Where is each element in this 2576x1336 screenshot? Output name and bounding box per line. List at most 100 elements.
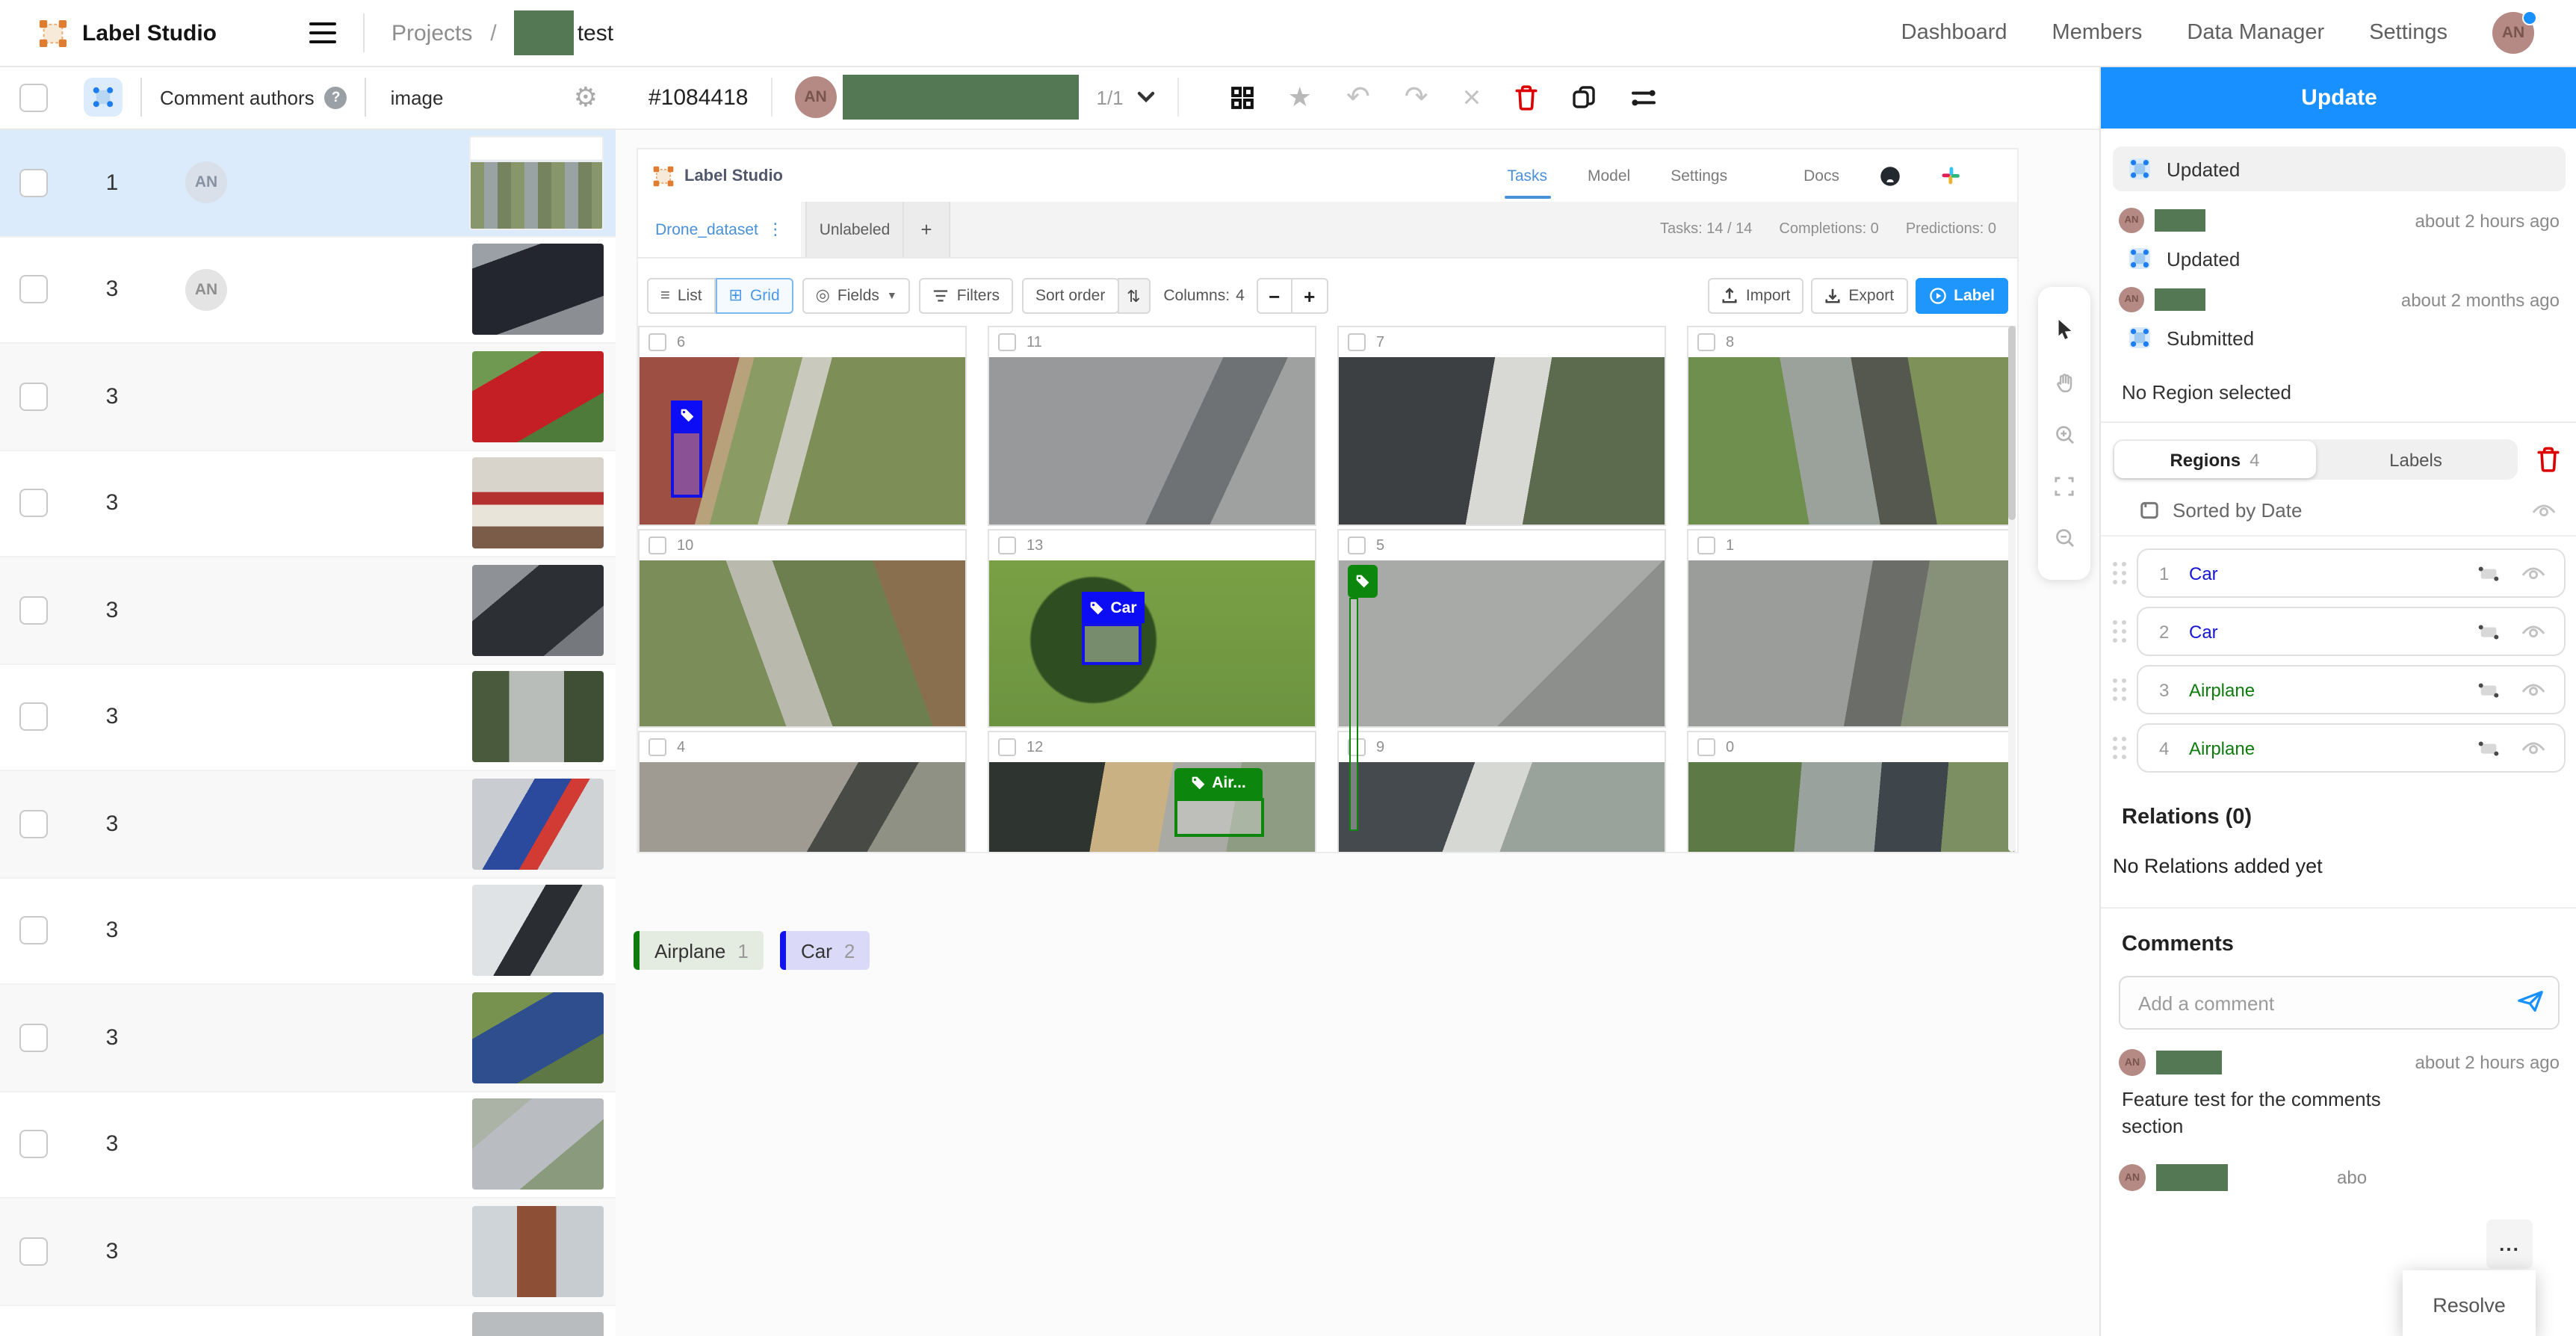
image-thumbnail[interactable] — [472, 992, 604, 1083]
fit-to-screen-icon[interactable] — [2055, 477, 2074, 496]
image-thumbnail[interactable] — [472, 1206, 604, 1297]
tab-labels[interactable]: Labels — [2315, 441, 2516, 478]
row-checkbox[interactable] — [19, 703, 48, 732]
region-row[interactable]: 4 Airplane — [2137, 723, 2566, 773]
annotation-selector[interactable]: AN 1/1 — [795, 75, 1155, 120]
image-thumbnail[interactable] — [472, 1099, 604, 1190]
sort-order-row[interactable]: Sorted by Date — [2140, 499, 2557, 522]
breadcrumb-projects[interactable]: Projects — [391, 20, 472, 46]
image-thumbnail[interactable] — [469, 136, 604, 230]
image-thumbnail[interactable] — [472, 1313, 604, 1336]
toggle-visibility-icon[interactable] — [2521, 681, 2546, 699]
region-row[interactable]: 1 Car — [2137, 548, 2566, 598]
region-2-label-tag[interactable]: Car — [1082, 592, 1145, 623]
table-row[interactable]: 3 — [0, 664, 616, 771]
image-thumbnail[interactable] — [472, 779, 604, 870]
image-thumbnail[interactable] — [472, 458, 604, 549]
drag-handle-icon[interactable] — [2113, 562, 2117, 566]
region-1-label-tag[interactable] — [671, 401, 702, 430]
row-checkbox[interactable] — [19, 489, 48, 518]
update-button[interactable]: Update — [2101, 66, 2576, 129]
row-checkbox[interactable] — [19, 169, 48, 197]
image-thumbnail[interactable] — [472, 244, 604, 335]
copy-annotation-icon[interactable] — [1572, 85, 1596, 109]
task-image[interactable]: Label Studio Tasks Model Settings Docs — [638, 149, 2017, 852]
row-checkbox[interactable] — [19, 1024, 48, 1052]
shot-scrollbar[interactable] — [2008, 326, 2016, 852]
comment-input[interactable] — [2120, 977, 2558, 1028]
table-row[interactable]: 3 — [0, 1199, 616, 1305]
redo-icon[interactable]: ↷ — [1405, 83, 1428, 111]
delete-regions-icon[interactable] — [2537, 447, 2560, 472]
toggle-visibility-icon[interactable] — [2521, 564, 2546, 582]
region-3-bbox[interactable] — [1349, 598, 1358, 831]
region-row[interactable]: 2 Car — [2137, 607, 2566, 656]
table-row[interactable]: 3 — [0, 557, 616, 664]
image-thumbnail[interactable] — [472, 672, 604, 763]
label-car[interactable]: Car 2 — [780, 931, 870, 970]
image-thumbnail[interactable] — [472, 351, 604, 442]
table-row[interactable]: 3 — [0, 451, 616, 557]
help-icon[interactable]: ? — [325, 86, 347, 108]
table-row[interactable]: 3 — [0, 771, 616, 878]
send-comment-icon[interactable] — [2516, 989, 2545, 1013]
table-row[interactable]: 3 — [0, 878, 616, 985]
settings-sliders-icon[interactable] — [1630, 87, 1657, 107]
drag-handle-icon[interactable] — [2113, 737, 2117, 741]
nav-data-manager[interactable]: Data Manager — [2187, 21, 2324, 45]
column-comment-authors[interactable]: Comment authors — [160, 86, 315, 108]
region-4-bbox[interactable] — [1174, 798, 1264, 837]
history-current-item[interactable]: Updated — [2113, 146, 2566, 191]
chevron-down-icon[interactable] — [1137, 91, 1155, 103]
toggle-all-visibility-icon[interactable] — [2531, 501, 2557, 519]
resolve-menu-item[interactable]: Resolve — [2403, 1270, 2536, 1336]
image-thumbnail[interactable] — [472, 885, 604, 977]
row-checkbox[interactable] — [19, 276, 48, 304]
table-row[interactable]: 3 — [0, 344, 616, 451]
delete-annotation-icon[interactable] — [1515, 84, 1538, 110]
gear-icon[interactable]: ⚙ — [574, 81, 598, 113]
star-icon[interactable]: ★ — [1288, 84, 1312, 111]
row-checkbox[interactable] — [19, 1237, 48, 1266]
menu-icon[interactable] — [309, 22, 336, 43]
drag-handle-icon[interactable] — [2113, 678, 2117, 683]
region-2-bbox[interactable] — [1082, 623, 1142, 665]
toggle-visibility-icon[interactable] — [2521, 622, 2546, 640]
row-checkbox[interactable] — [19, 917, 48, 945]
row-checkbox[interactable] — [19, 383, 48, 411]
toggle-visibility-icon[interactable] — [2521, 739, 2546, 757]
table-row[interactable]: 3 — [0, 1092, 616, 1199]
zoom-in-icon[interactable] — [2054, 424, 2075, 445]
column-image[interactable]: image — [391, 86, 444, 108]
row-checkbox[interactable] — [19, 596, 48, 625]
history-entry-action[interactable]: Submitted — [2128, 326, 2566, 350]
reset-icon[interactable]: × — [1463, 81, 1481, 113]
table-row[interactable]: 3 AN — [0, 237, 616, 344]
more-options-icon[interactable]: ... — [2486, 1219, 2533, 1269]
tab-regions[interactable]: Regions4 — [2114, 441, 2315, 478]
grid-view-icon[interactable] — [1231, 86, 1254, 108]
image-thumbnail[interactable] — [472, 565, 604, 656]
table-row[interactable]: 1 AN — [0, 130, 616, 237]
label-airplane[interactable]: Airplane 1 — [634, 931, 764, 970]
history-entry-action[interactable]: Updated — [2128, 247, 2566, 270]
nav-members[interactable]: Members — [2052, 21, 2143, 45]
table-row[interactable]: 3 — [0, 1305, 616, 1336]
user-avatar[interactable]: AN — [2492, 12, 2534, 54]
row-checkbox[interactable] — [19, 1131, 48, 1159]
region-3-label-tag[interactable] — [1348, 565, 1378, 598]
undo-icon[interactable]: ↶ — [1346, 83, 1370, 111]
region-1-bbox[interactable] — [671, 430, 702, 498]
table-row[interactable]: 3 — [0, 985, 616, 1092]
nav-dashboard[interactable]: Dashboard — [1901, 21, 2007, 45]
region-4-label-tag[interactable]: Air... — [1174, 768, 1263, 798]
region-row[interactable]: 3 Airplane — [2137, 665, 2566, 714]
select-tool-icon[interactable] — [2055, 318, 2074, 341]
zoom-out-icon[interactable] — [2054, 528, 2075, 548]
select-all-checkbox[interactable] — [19, 83, 48, 111]
drag-handle-icon[interactable] — [2113, 620, 2117, 625]
nav-settings[interactable]: Settings — [2369, 21, 2447, 45]
regions-column-icon[interactable] — [84, 78, 123, 117]
pan-tool-icon[interactable] — [2054, 372, 2075, 393]
breadcrumb-project[interactable]: test — [578, 20, 613, 46]
